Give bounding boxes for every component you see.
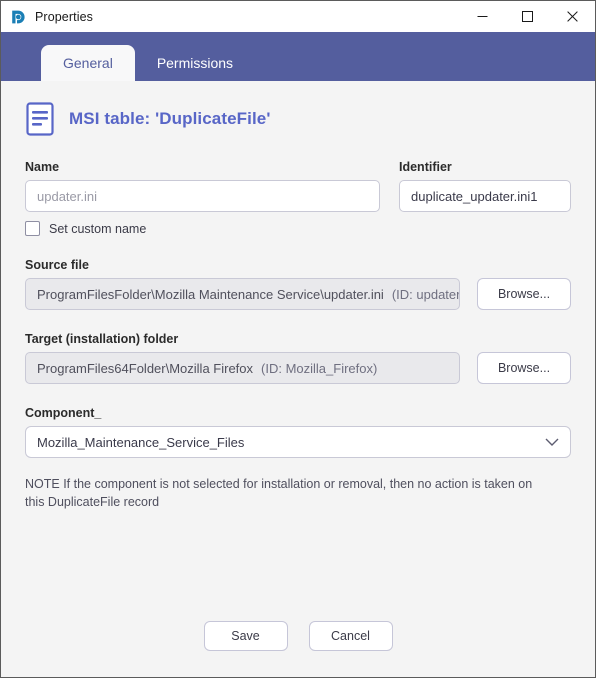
maximize-icon bbox=[522, 11, 533, 22]
identifier-input[interactable]: duplicate_updater.ini1 bbox=[399, 180, 571, 212]
dialog-footer: Save Cancel bbox=[1, 621, 595, 651]
component-selected-value: Mozilla_Maintenance_Service_Files bbox=[37, 434, 245, 450]
tab-permissions-label: Permissions bbox=[156, 55, 234, 71]
properties-window: Properties General Permissions MSI table… bbox=[0, 0, 596, 678]
note-text: NOTE If the component is not selected fo… bbox=[25, 477, 533, 509]
source-file-group: Source file ProgramFilesFolder\Mozilla M… bbox=[25, 258, 571, 310]
source-file-label: Source file bbox=[25, 258, 89, 272]
target-folder-value: ProgramFiles64Folder\Mozilla Firefox bbox=[37, 360, 254, 376]
minimize-button[interactable] bbox=[460, 1, 505, 32]
title-bar: Properties bbox=[1, 1, 595, 32]
checkbox-box-icon bbox=[25, 221, 40, 236]
target-folder-group: Target (installation) folder ProgramFile… bbox=[25, 332, 571, 384]
set-custom-name-label: Set custom name bbox=[49, 221, 147, 236]
tab-permissions[interactable]: Permissions bbox=[135, 45, 255, 81]
cancel-button[interactable]: Cancel bbox=[308, 621, 393, 651]
source-file-id: (ID: updater.ini1) bbox=[391, 286, 460, 302]
tab-general[interactable]: General bbox=[41, 45, 135, 81]
component-label: Component_ bbox=[25, 406, 102, 420]
page-title: MSI table: 'DuplicateFile' bbox=[69, 109, 271, 128]
identifier-input-value: duplicate_updater.ini1 bbox=[411, 188, 538, 204]
source-file-browse-button[interactable]: Browse... bbox=[477, 278, 571, 310]
identifier-field-group: Identifier duplicate_updater.ini1 bbox=[399, 160, 571, 212]
maximize-button[interactable] bbox=[505, 1, 550, 32]
tab-general-label: General bbox=[63, 55, 113, 71]
component-select[interactable]: Mozilla_Maintenance_Service_Files bbox=[25, 426, 571, 458]
chevron-down-icon bbox=[545, 435, 559, 450]
name-label: Name bbox=[25, 160, 60, 174]
component-group: Component_ Mozilla_Maintenance_Service_F… bbox=[25, 406, 571, 458]
minimize-icon bbox=[477, 16, 488, 17]
window-controls bbox=[460, 1, 595, 32]
name-input-value: updater.ini bbox=[37, 188, 97, 204]
target-folder-input[interactable]: ProgramFiles64Folder\Mozilla Firefox (ID… bbox=[25, 352, 460, 384]
name-identifier-row: Name updater.ini Identifier duplicate_up… bbox=[25, 160, 571, 212]
target-folder-label: Target (installation) folder bbox=[25, 332, 179, 346]
table-document-icon bbox=[25, 102, 55, 136]
set-custom-name-checkbox[interactable]: Set custom name bbox=[25, 221, 571, 236]
source-file-input[interactable]: ProgramFilesFolder\Mozilla Maintenance S… bbox=[25, 278, 460, 310]
window-title: Properties bbox=[35, 9, 93, 24]
save-button[interactable]: Save bbox=[203, 621, 288, 651]
tab-strip: General Permissions bbox=[1, 32, 595, 81]
page-header: MSI table: 'DuplicateFile' bbox=[25, 102, 571, 136]
close-icon bbox=[567, 11, 578, 22]
source-file-value: ProgramFilesFolder\Mozilla Maintenance S… bbox=[37, 286, 384, 302]
target-folder-row: ProgramFiles64Folder\Mozilla Firefox (ID… bbox=[25, 352, 571, 384]
close-button[interactable] bbox=[550, 1, 595, 32]
name-input[interactable]: updater.ini bbox=[25, 180, 380, 212]
general-tab-panel: MSI table: 'DuplicateFile' Name updater.… bbox=[1, 81, 595, 677]
source-file-row: ProgramFilesFolder\Mozilla Maintenance S… bbox=[25, 278, 571, 310]
name-field-group: Name updater.ini bbox=[25, 160, 380, 212]
app-logo-icon bbox=[9, 8, 27, 26]
target-folder-id: (ID: Mozilla_Firefox) bbox=[261, 360, 378, 376]
target-folder-browse-button[interactable]: Browse... bbox=[477, 352, 571, 384]
identifier-label: Identifier bbox=[399, 160, 452, 174]
